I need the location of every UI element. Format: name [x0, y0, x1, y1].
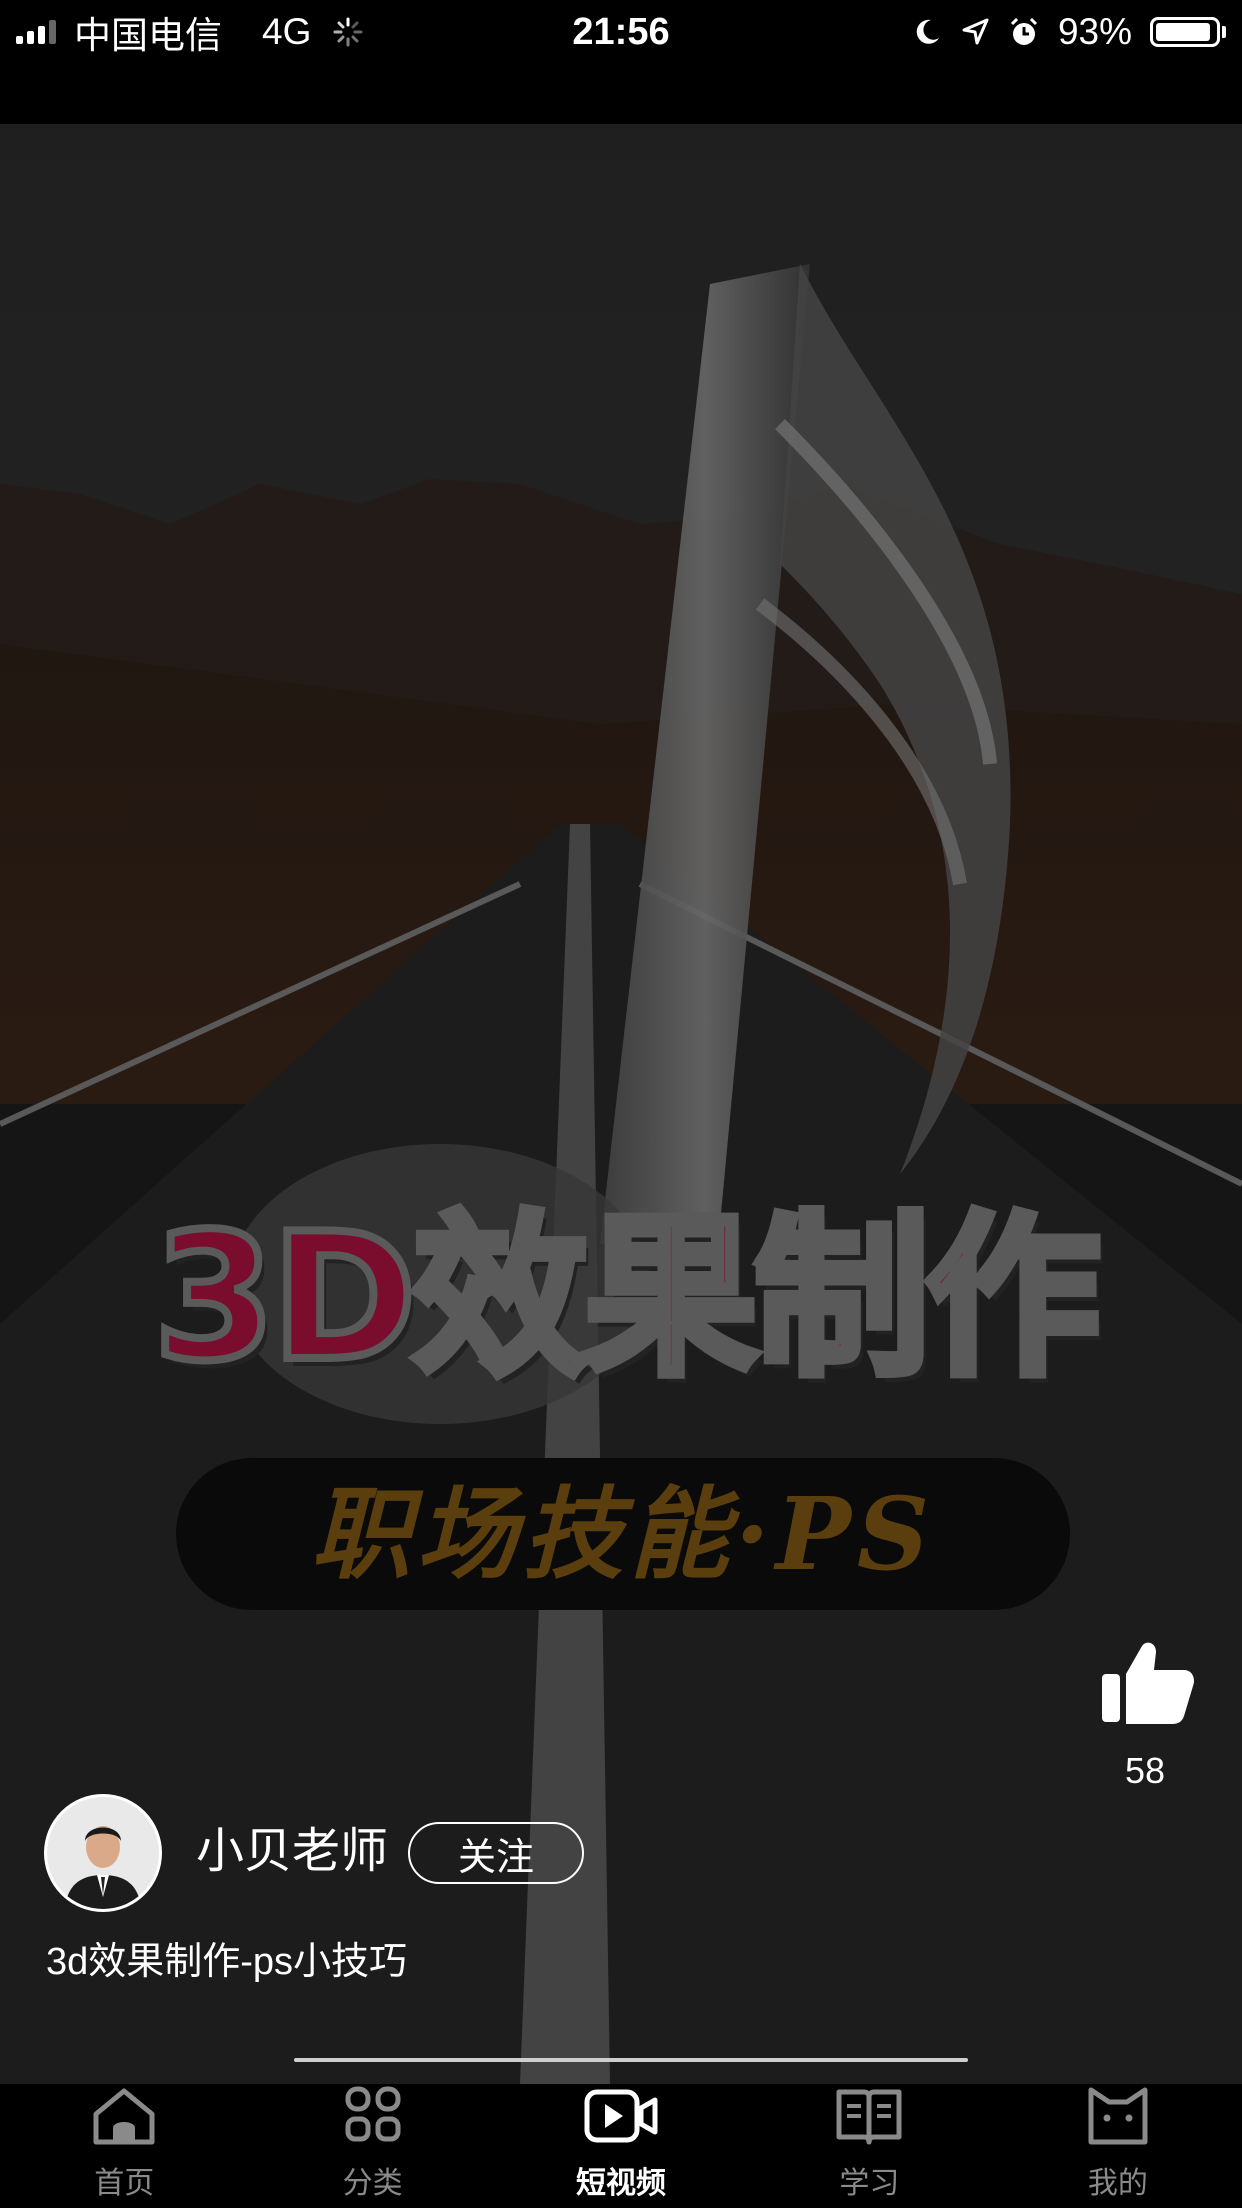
video-player[interactable]: 3D效果制作 职场技能·PS — [0, 124, 1242, 2084]
status-right: 93% — [912, 8, 1226, 56]
video-poster-image — [0, 124, 1242, 2084]
battery-fill — [1156, 23, 1210, 41]
bottom-tab-bar: 首页 分类 短视频 学习 我的 — [0, 2084, 1242, 2208]
tab-label: 学习 — [839, 2167, 900, 2200]
author-name[interactable]: 小贝老师 — [196, 1822, 388, 1882]
follow-button[interactable]: 关注 — [408, 1822, 584, 1884]
tab-category[interactable]: 分类 — [248, 2084, 496, 2208]
avatar-image — [47, 1797, 159, 1909]
alarm-icon — [1010, 17, 1037, 45]
home-icon — [93, 2088, 155, 2145]
location-arrow-icon — [962, 18, 989, 45]
battery-percent: 93% — [1057, 11, 1132, 52]
tab-label: 我的 — [1087, 2167, 1148, 2200]
moon-icon — [916, 19, 939, 44]
like-count: 58 — [1124, 1750, 1166, 1791]
video-progress-bar[interactable] — [294, 2058, 968, 2062]
profile-cat-icon — [1088, 2087, 1148, 2145]
tab-label: 首页 — [94, 2167, 155, 2200]
book-icon — [836, 2089, 902, 2145]
video-camera-icon — [584, 2089, 658, 2143]
tab-mine[interactable]: 我的 — [994, 2084, 1242, 2208]
thumbs-up-icon[interactable] — [1100, 1640, 1196, 1726]
poster-subtitle-pill: 职场技能·PS — [176, 1458, 1070, 1610]
tab-home[interactable]: 首页 — [0, 2084, 248, 2208]
poster-title: 3D效果制作 — [149, 1197, 1104, 1400]
poster-subtitle: 职场技能·PS — [310, 1475, 936, 1593]
status-bar: 中国电信 4G 21:56 93% — [0, 0, 1242, 124]
battery-icon — [1150, 17, 1226, 47]
tab-label: 短视频 — [576, 2167, 667, 2200]
tab-study[interactable]: 学习 — [745, 2084, 993, 2208]
tab-short-video[interactable]: 短视频 — [497, 2084, 745, 2208]
category-grid-icon — [345, 2086, 401, 2142]
avatar[interactable] — [44, 1794, 162, 1912]
tab-label: 分类 — [342, 2167, 403, 2200]
video-description: 3d效果制作-ps小技巧 — [46, 1941, 408, 1983]
